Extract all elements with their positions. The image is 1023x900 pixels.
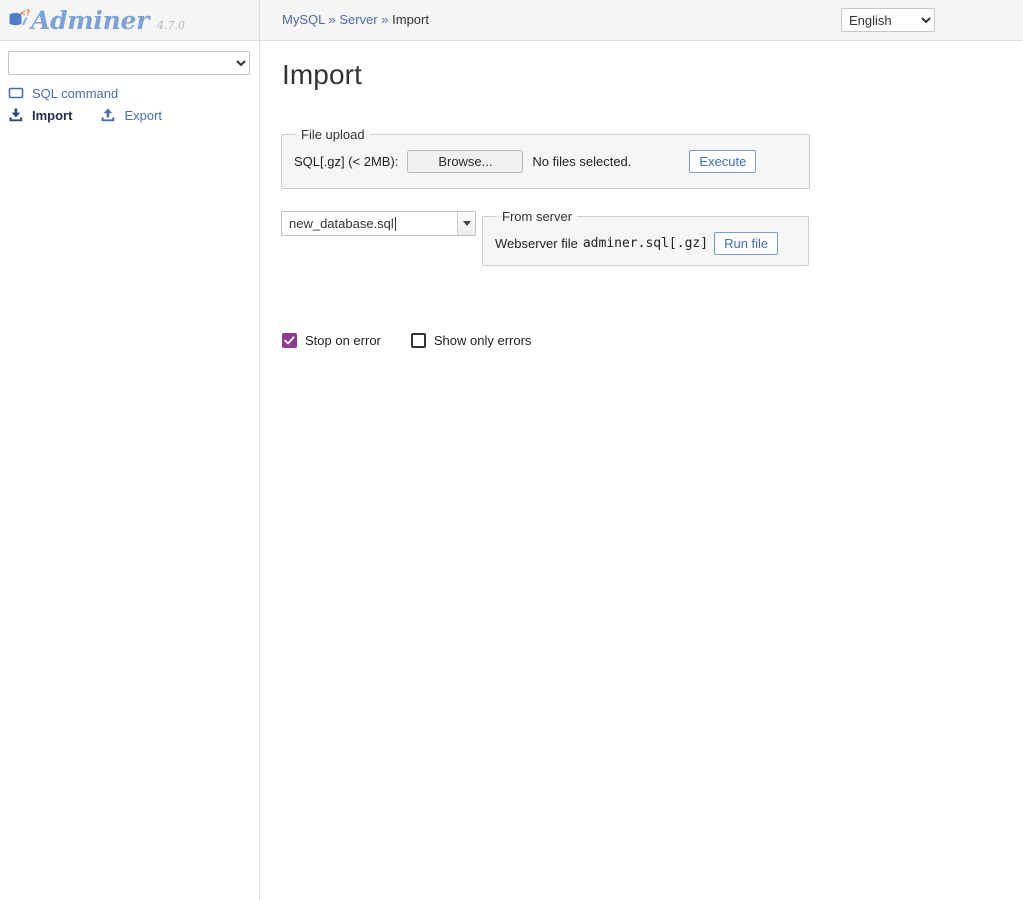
sidebar-item-sql-command[interactable]: SQL command: [8, 85, 118, 101]
webserver-file-combobox-value-wrap[interactable]: new_database.sql: [282, 212, 457, 235]
file-upload-row: SQL[.gz] (< 2MB): Browse... No files sel…: [294, 150, 797, 173]
file-status-text: No files selected.: [532, 154, 632, 169]
breadcrumb-separator: »: [381, 12, 389, 27]
sidebar-row-import-export: Import Export: [8, 104, 259, 126]
app-version: 4.7.0: [156, 18, 185, 32]
stop-on-error-label: Stop on error: [305, 333, 381, 348]
sql-command-icon: [8, 85, 25, 101]
sidebar-item-label: SQL command: [32, 85, 119, 101]
webserver-file-combobox-value: new_database.sql: [289, 216, 394, 231]
logo-bar: <? Adminer 4.7.0: [0, 0, 259, 41]
breadcrumb-current: Import: [392, 12, 429, 27]
show-only-errors-label: Show only errors: [433, 333, 532, 348]
database-select[interactable]: [8, 51, 250, 75]
from-server-fieldset: From server Webserver file adminer.sql[.…: [482, 209, 809, 266]
import-options: Stop on error Show only errors: [282, 333, 561, 348]
language-select[interactable]: English: [841, 8, 935, 32]
webserver-file-name: adminer.sql[.gz]: [582, 236, 709, 251]
import-icon: [8, 107, 25, 123]
language-form: English: [841, 8, 935, 32]
breadcrumb: MySQL » Server » Import: [282, 12, 429, 27]
sidebar-item-import[interactable]: Import: [8, 107, 72, 123]
sidebar-item-label: Export: [124, 107, 163, 123]
checkbox-checked-icon[interactable]: [282, 333, 297, 348]
adminer-home-link[interactable]: <? Adminer 4.7.0: [8, 6, 185, 35]
sidebar: <? Adminer 4.7.0 SQL command Import Expo…: [0, 0, 260, 900]
export-icon: [100, 107, 117, 123]
checkbox-unchecked-icon[interactable]: [410, 333, 426, 348]
breadcrumb-link-server[interactable]: Server: [339, 12, 377, 27]
browse-button[interactable]: Browse...: [407, 150, 524, 173]
webserver-file-label: Webserver file: [495, 236, 578, 251]
from-server-legend: From server: [502, 209, 573, 224]
page-title: Import: [282, 59, 362, 90]
execute-button[interactable]: Execute: [689, 150, 757, 173]
file-upload-legend: File upload: [301, 127, 365, 142]
file-upload-label: SQL[.gz] (< 2MB):: [294, 154, 399, 169]
app-name: Adminer: [31, 5, 149, 35]
sidebar-row-sql: SQL command: [8, 82, 259, 104]
chevron-down-icon[interactable]: [457, 212, 475, 235]
webserver-file-combobox[interactable]: new_database.sql: [281, 211, 476, 236]
stop-on-error-option[interactable]: Stop on error: [282, 333, 381, 348]
sidebar-item-label: Import: [32, 107, 73, 123]
main-content: Import File upload SQL[.gz] (< 2MB): Bro…: [260, 41, 1023, 900]
show-only-errors-option[interactable]: Show only errors: [410, 333, 532, 348]
from-server-row: Webserver file adminer.sql[.gz] Run file: [495, 232, 796, 255]
breadcrumb-link-mysql[interactable]: MySQL: [282, 12, 325, 27]
adminer-page: <? Adminer 4.7.0 SQL command Import Expo…: [0, 0, 1023, 900]
database-cylinder-icon: <?: [8, 9, 30, 31]
sidebar-item-export[interactable]: Export: [100, 107, 162, 123]
svg-text:<?: <?: [20, 9, 31, 18]
breadcrumb-separator: »: [328, 12, 336, 27]
top-bar: MySQL » Server » Import English: [260, 0, 1023, 41]
sidebar-nav: SQL command Import Export: [0, 75, 259, 126]
database-select-wrapper: [0, 41, 259, 75]
text-caret: [394, 216, 396, 231]
run-file-button[interactable]: Run file: [714, 232, 779, 255]
file-upload-fieldset: File upload SQL[.gz] (< 2MB): Browse... …: [281, 127, 810, 189]
